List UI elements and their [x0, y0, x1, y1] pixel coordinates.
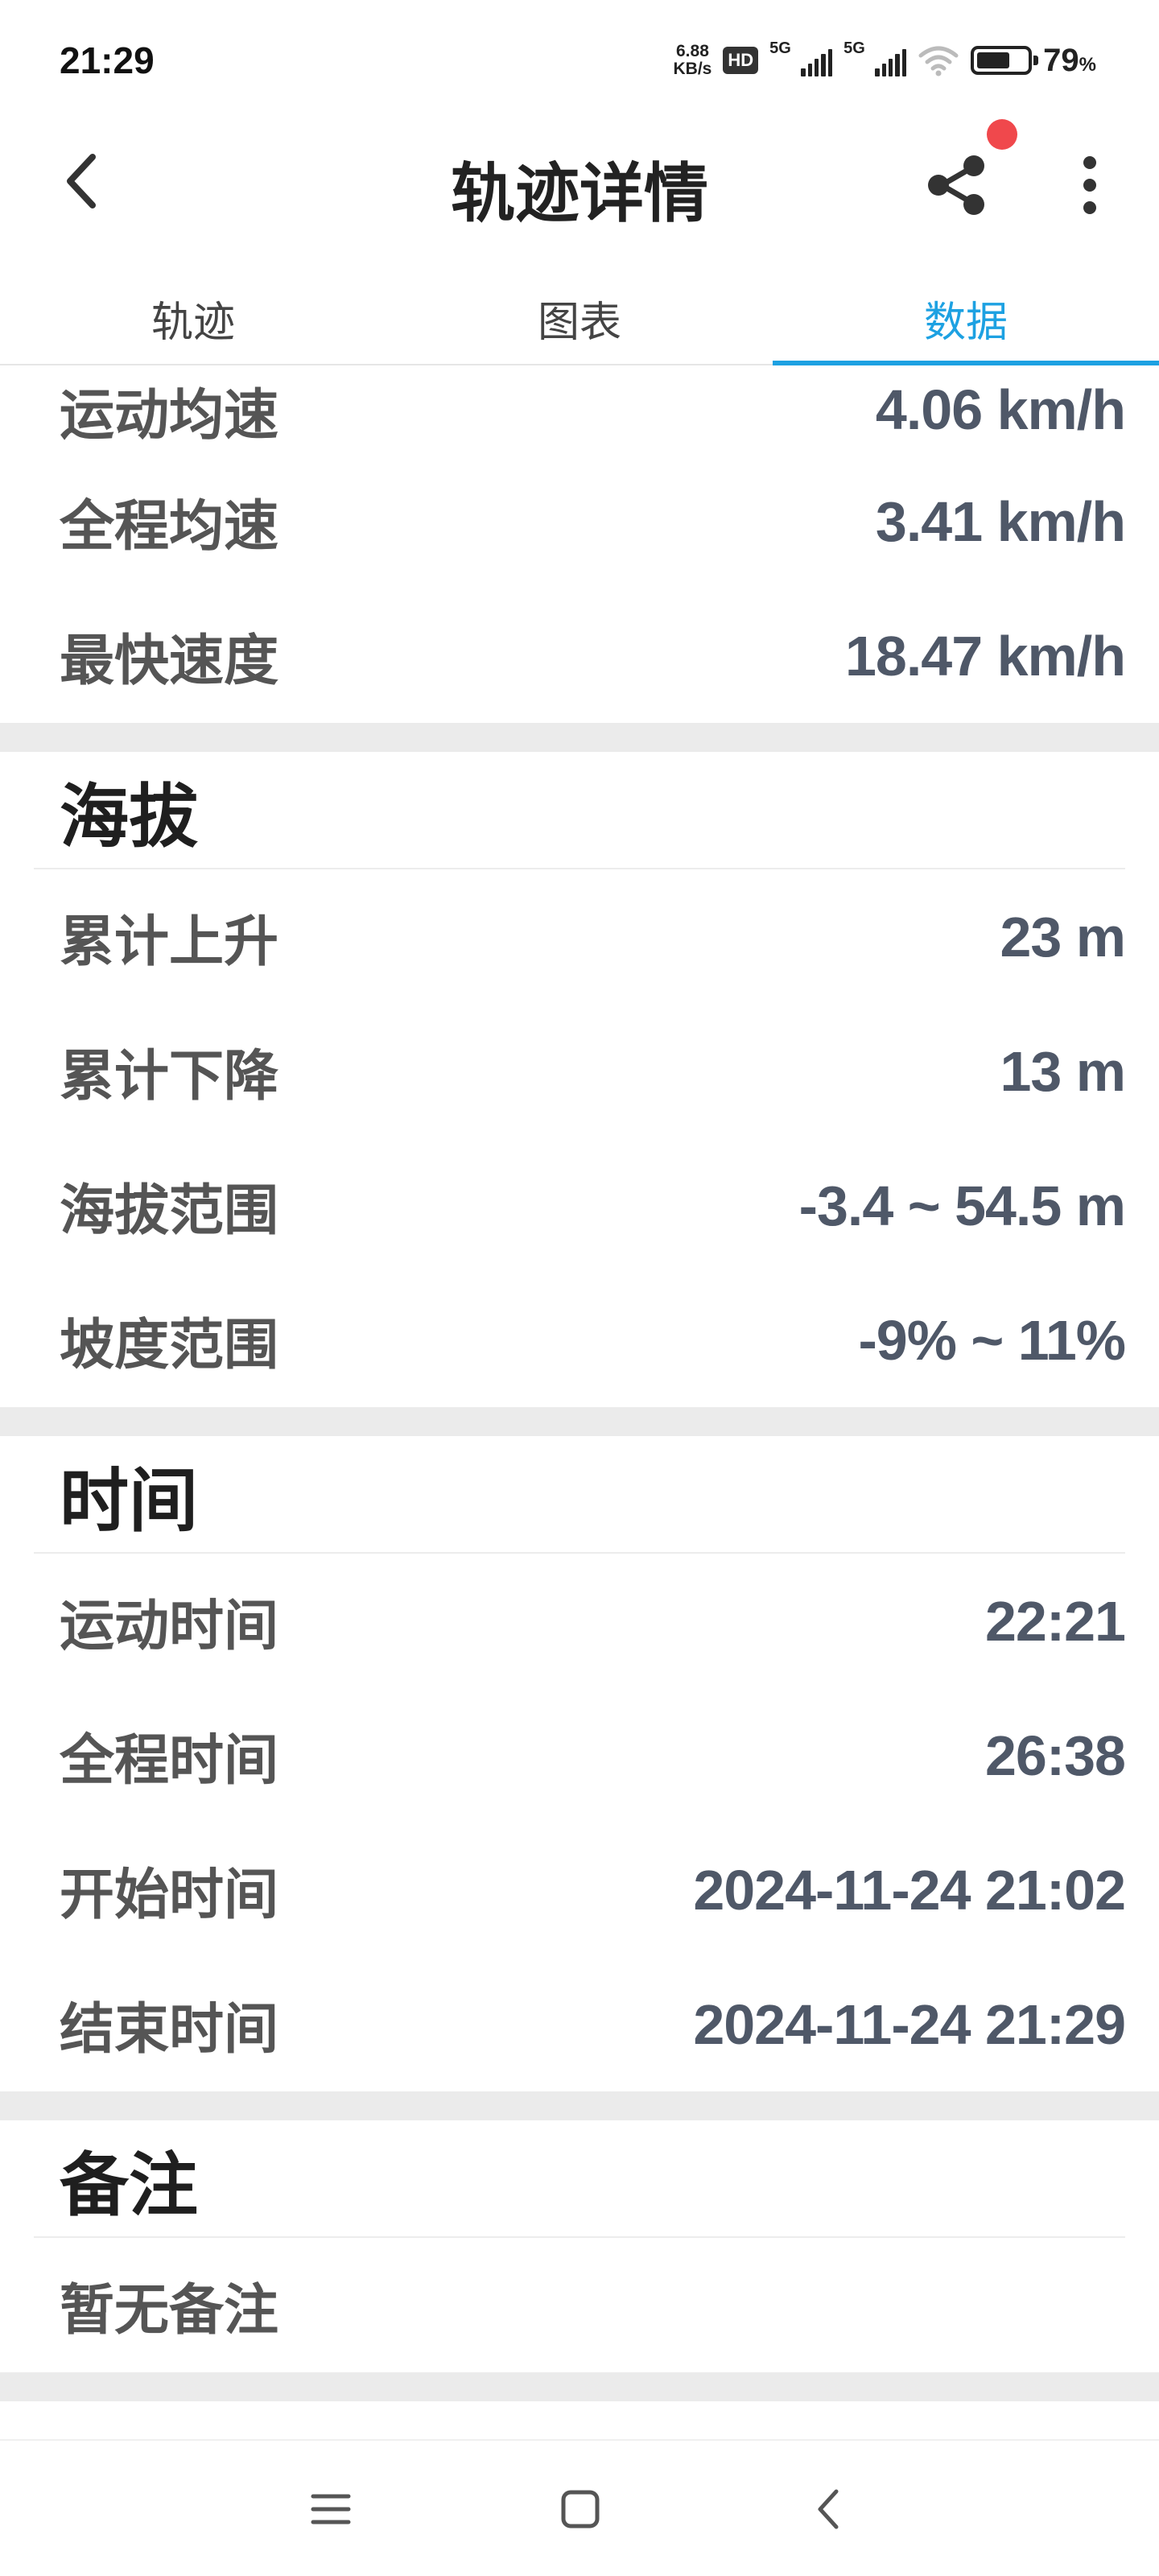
stat-value: 26:38 — [984, 1724, 1126, 1787]
stat-row: 坡度范围 -9% ~ 11% — [0, 1273, 1159, 1407]
stat-value: 23 m — [1000, 905, 1126, 968]
stat-value: 2024-11-24 21:29 — [693, 1992, 1126, 2056]
stat-row: 全程时间 26:38 — [0, 1688, 1159, 1823]
stat-label: 海拔范围 — [60, 1179, 279, 1243]
section-divider — [0, 1407, 1159, 1436]
time-section: 时间 运动时间 22:21 全程时间 26:38 开始时间 2024-11-24… — [0, 1436, 1159, 2091]
network-speed-value: 6.88 — [676, 42, 709, 60]
stat-value: 2024-11-24 21:02 — [693, 1858, 1126, 1922]
notes-text: 暂无备注 — [60, 2279, 279, 2343]
section-title: 备注 — [34, 2120, 1125, 2238]
notes-row[interactable]: 暂无备注 — [0, 2238, 1159, 2372]
home-button[interactable] — [544, 2473, 617, 2545]
stat-label: 最快速度 — [60, 630, 279, 693]
home-square-icon — [561, 2490, 600, 2529]
section-divider — [0, 2091, 1159, 2120]
stat-label: 运动均速 — [60, 383, 279, 448]
stat-label: 全程时间 — [60, 1729, 279, 1793]
section-divider — [0, 2372, 1159, 2401]
signal-label: 5G — [843, 39, 865, 57]
stat-row: 全程均速 3.41 km/h — [0, 454, 1159, 588]
network-speed: 6.88 KB/s — [674, 43, 712, 78]
wifi-icon — [918, 46, 959, 76]
hd-voice-icon: HD — [723, 47, 759, 74]
stat-label: 累计下降 — [60, 1045, 279, 1108]
notes-section: 备注 暂无备注 — [0, 2120, 1159, 2372]
stat-label: 坡度范围 — [60, 1314, 279, 1377]
stat-row: 运动时间 22:21 — [0, 1554, 1159, 1688]
stat-value: -3.4 ~ 54.5 m — [798, 1174, 1126, 1237]
signal-icon: 5G — [769, 39, 833, 76]
section-divider — [0, 723, 1159, 752]
tab-chart[interactable]: 图表 — [386, 266, 773, 364]
stat-label: 累计上升 — [60, 910, 279, 974]
stat-value: 13 m — [1000, 1039, 1126, 1103]
stat-row: 运动均速 4.06 km/h — [0, 365, 1159, 454]
battery-percent: 79% — [1043, 42, 1096, 78]
stat-value: 4.06 km/h — [875, 378, 1126, 441]
stat-value: 3.41 km/h — [875, 489, 1126, 553]
tab-data[interactable]: 数据 — [773, 266, 1159, 365]
stat-label: 结束时间 — [60, 1998, 279, 2062]
network-speed-unit: KB/s — [673, 60, 712, 78]
tab-track[interactable]: 轨迹 — [0, 266, 386, 364]
notification-dot — [987, 119, 1017, 150]
section-title: 时间 — [34, 1436, 1125, 1554]
stat-row: 结束时间 2024-11-24 21:29 — [0, 1957, 1159, 2091]
more-vertical-icon — [1083, 156, 1096, 214]
stat-row: 开始时间 2024-11-24 21:02 — [0, 1823, 1159, 1957]
stat-label: 开始时间 — [60, 1864, 279, 1927]
data-content[interactable]: 运动均速 4.06 km/h 全程均速 3.41 km/h 最快速度 18.47… — [0, 365, 1159, 2401]
battery-icon — [971, 46, 1039, 75]
stat-value: 18.47 km/h — [845, 624, 1126, 687]
signal-icon: 5G — [843, 39, 907, 76]
share-button[interactable] — [918, 145, 995, 222]
section-title: 海拔 — [34, 752, 1125, 869]
stat-value: -9% ~ 11% — [858, 1308, 1126, 1372]
stat-row: 最快速度 18.47 km/h — [0, 588, 1159, 723]
back-chevron-icon — [818, 2489, 839, 2529]
stat-label: 运动时间 — [60, 1595, 279, 1658]
stat-label: 全程均速 — [60, 495, 279, 559]
speed-section: 运动均速 4.06 km/h 全程均速 3.41 km/h 最快速度 18.47… — [0, 365, 1159, 723]
altitude-section: 海拔 累计上升 23 m 累计下降 13 m 海拔范围 -3.4 ~ 54.5 … — [0, 752, 1159, 1407]
track-detail-screen: 21:29 6.88 KB/s HD 5G 5G 79% 轨迹详情 轨迹 图表 … — [0, 0, 1159, 2576]
status-icons: 6.88 KB/s HD 5G 5G 79% — [674, 35, 1096, 85]
more-options-button[interactable] — [1067, 147, 1112, 224]
recent-apps-button[interactable] — [295, 2473, 367, 2545]
share-icon — [928, 155, 984, 215]
stat-value: 22:21 — [984, 1589, 1126, 1653]
system-nav-bar — [0, 2439, 1159, 2576]
status-time: 21:29 — [60, 39, 155, 81]
system-back-button[interactable] — [794, 2473, 866, 2545]
stat-row: 累计上升 23 m — [0, 869, 1159, 1004]
app-bar: 轨迹详情 — [0, 121, 1159, 242]
tab-bar: 轨迹 图表 数据 — [0, 266, 1159, 365]
stat-row: 累计下降 13 m — [0, 1004, 1159, 1138]
status-bar: 21:29 6.88 KB/s HD 5G 5G 79% — [0, 0, 1159, 121]
signal-label: 5G — [769, 39, 791, 57]
menu-icon — [311, 2494, 351, 2524]
stat-row: 海拔范围 -3.4 ~ 54.5 m — [0, 1138, 1159, 1273]
